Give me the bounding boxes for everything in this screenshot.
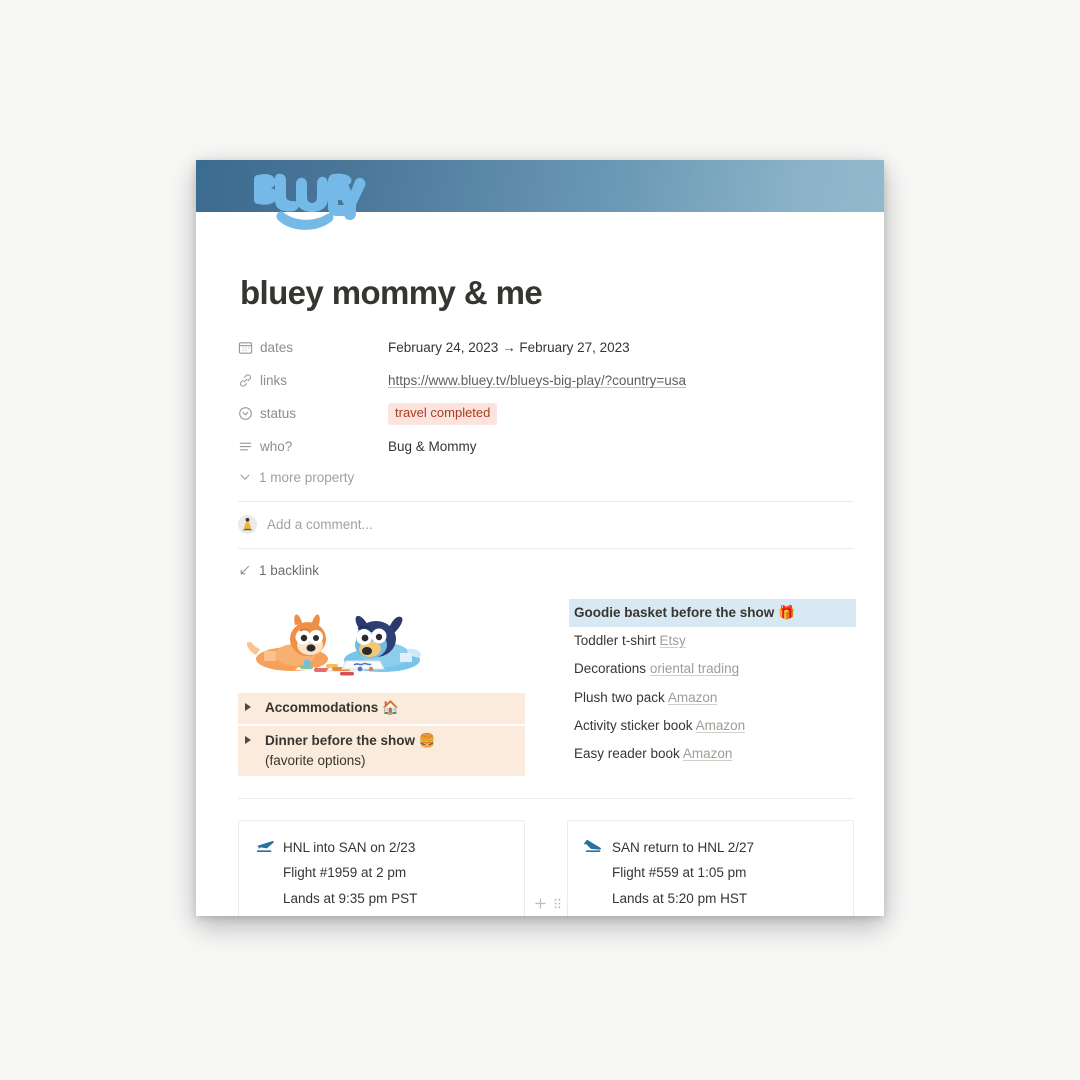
more-properties-label: 1 more property — [259, 469, 355, 485]
add-comment-row[interactable]: Add a comment... — [238, 502, 842, 548]
bluey-logo-icon — [248, 168, 366, 230]
airplane-arrival-icon — [583, 837, 604, 854]
flight-card-return-landing: Lands at 5:20 pm HST — [612, 890, 748, 906]
drag-handle-icon[interactable] — [552, 897, 565, 910]
airplane-departure-icon — [255, 837, 275, 854]
list-item-text: Toddler t-shirt — [574, 633, 656, 649]
list-item-source-link[interactable]: Amazon — [683, 746, 733, 761]
property-value-dates[interactable]: February 24, 2023 → February 27, 2023 — [388, 340, 630, 355]
list-item-text: Goodie basket before the show — [574, 604, 775, 620]
status-badge: travel completed — [388, 403, 498, 425]
backlink-row[interactable]: 1 backlink — [238, 549, 842, 593]
toggle-triangle-icon[interactable] — [245, 735, 257, 744]
property-label-who: who? — [238, 439, 388, 454]
link-icon — [238, 373, 253, 388]
property-name-who: who? — [260, 439, 293, 455]
property-label-dates: dates — [238, 340, 388, 355]
list-item-source-link[interactable]: Etsy — [660, 633, 686, 648]
property-row-status[interactable]: status travel completed — [238, 400, 842, 428]
block-hover-tools — [534, 897, 565, 910]
select-icon — [238, 406, 253, 421]
add-comment-placeholder: Add a comment... — [267, 517, 373, 533]
page-content: bluey mommy & me dates February 24, 2023… — [196, 212, 884, 916]
list-item[interactable]: Goodie basket before the show 🎁 — [569, 598, 856, 628]
backlink-arrow-icon — [238, 564, 251, 577]
list-item-text: Activity sticker book — [574, 717, 693, 733]
flight-route-text: HNL into SAN on 2/23 — [283, 839, 416, 855]
property-label-status: status — [238, 406, 388, 421]
flight-card-outbound-landing: Lands at 9:35 pm PST — [283, 890, 418, 906]
house-emoji: 🏠 — [382, 699, 399, 716]
page-cover-banner[interactable] — [196, 160, 884, 230]
two-column-layout: Accommodations 🏠 Dinner before the show … — [238, 593, 856, 776]
list-item[interactable]: Decorations oriental trading — [569, 655, 856, 683]
property-value-who[interactable]: Bug & Mommy — [388, 439, 477, 454]
chevron-down-icon — [238, 470, 252, 484]
property-value-links[interactable]: https://www.bluey.tv/blueys-big-play/?co… — [388, 373, 686, 388]
text-lines-icon — [238, 439, 253, 454]
property-value-status[interactable]: travel completed — [388, 403, 498, 425]
toggle-triangle-icon[interactable] — [245, 702, 257, 711]
property-row-who[interactable]: who? Bug & Mommy — [238, 433, 842, 461]
list-item[interactable]: Toddler t-shirt Etsy — [569, 627, 856, 655]
flight-card-outbound-number: Flight #1959 at 2 pm — [283, 865, 407, 881]
property-list: dates February 24, 2023 → February 27, 2… — [238, 334, 842, 501]
list-item[interactable]: Activity sticker book Amazon — [569, 712, 856, 740]
flight-card-return-number: Flight #559 at 1:05 pm — [612, 865, 747, 881]
property-name-dates: dates — [260, 340, 294, 356]
list-item-source-link[interactable]: Amazon — [668, 690, 718, 705]
bluey-and-bingo-drawing-illustration[interactable] — [240, 603, 430, 677]
property-label-links: links — [238, 373, 388, 388]
list-item[interactable]: Easy reader book Amazon — [569, 740, 856, 768]
toggle-block-accommodations[interactable]: Accommodations 🏠 — [238, 692, 525, 724]
toggle-accommodations-title: Accommodations — [265, 699, 379, 715]
property-row-dates[interactable]: dates February 24, 2023 → February 27, 2… — [238, 334, 842, 362]
flight-cards-row: HNL into SAN on 2/23 Flight #1959 at 2 p… — [238, 799, 854, 916]
list-item-source-link[interactable]: Amazon — [696, 718, 746, 733]
plus-icon[interactable] — [534, 897, 547, 910]
flight-card-return-route: SAN return to HNL 2/27 — [583, 835, 837, 861]
toggle-dinner-text: Dinner before the show 🍔 (favorite optio… — [265, 731, 436, 771]
right-column: Goodie basket before the show 🎁 Toddler … — [569, 598, 856, 776]
list-item-source-link[interactable]: oriental trading — [650, 661, 739, 676]
list-item-text: Decorations — [574, 661, 647, 677]
more-properties-toggle[interactable]: 1 more property — [238, 470, 842, 497]
gift-emoji: 🎁 — [778, 604, 795, 621]
property-name-links: links — [260, 373, 288, 389]
left-column: Accommodations 🏠 Dinner before the show … — [238, 599, 525, 776]
toggle-block-dinner[interactable]: Dinner before the show 🍔 (favorite optio… — [238, 725, 525, 776]
list-item-text: Plush two pack — [574, 689, 665, 705]
backlink-label: 1 backlink — [259, 563, 320, 579]
toggle-dinner-title: Dinner before the show — [265, 732, 416, 748]
flight-card-outbound[interactable]: HNL into SAN on 2/23 Flight #1959 at 2 p… — [238, 819, 525, 916]
flight-card-outbound-route: HNL into SAN on 2/23 — [255, 835, 508, 861]
flight-route-text: SAN return to HNL 2/27 — [612, 839, 755, 855]
calendar-icon — [238, 340, 253, 355]
notion-page-card: bluey mommy & me dates February 24, 2023… — [196, 160, 884, 916]
list-item-text: Easy reader book — [574, 746, 680, 762]
list-item[interactable]: Plush two pack Amazon — [569, 684, 856, 712]
property-name-status: status — [260, 406, 297, 422]
toggle-accommodations-text: Accommodations 🏠 — [265, 698, 399, 719]
property-row-links[interactable]: links https://www.bluey.tv/blueys-big-pl… — [238, 367, 842, 395]
toggle-dinner-subtitle: (favorite options) — [265, 753, 366, 769]
flight-card-return[interactable]: SAN return to HNL 2/27 Flight #559 at 1:… — [535, 819, 854, 916]
hamburger-emoji: 🍔 — [418, 732, 436, 749]
user-avatar — [238, 515, 257, 535]
